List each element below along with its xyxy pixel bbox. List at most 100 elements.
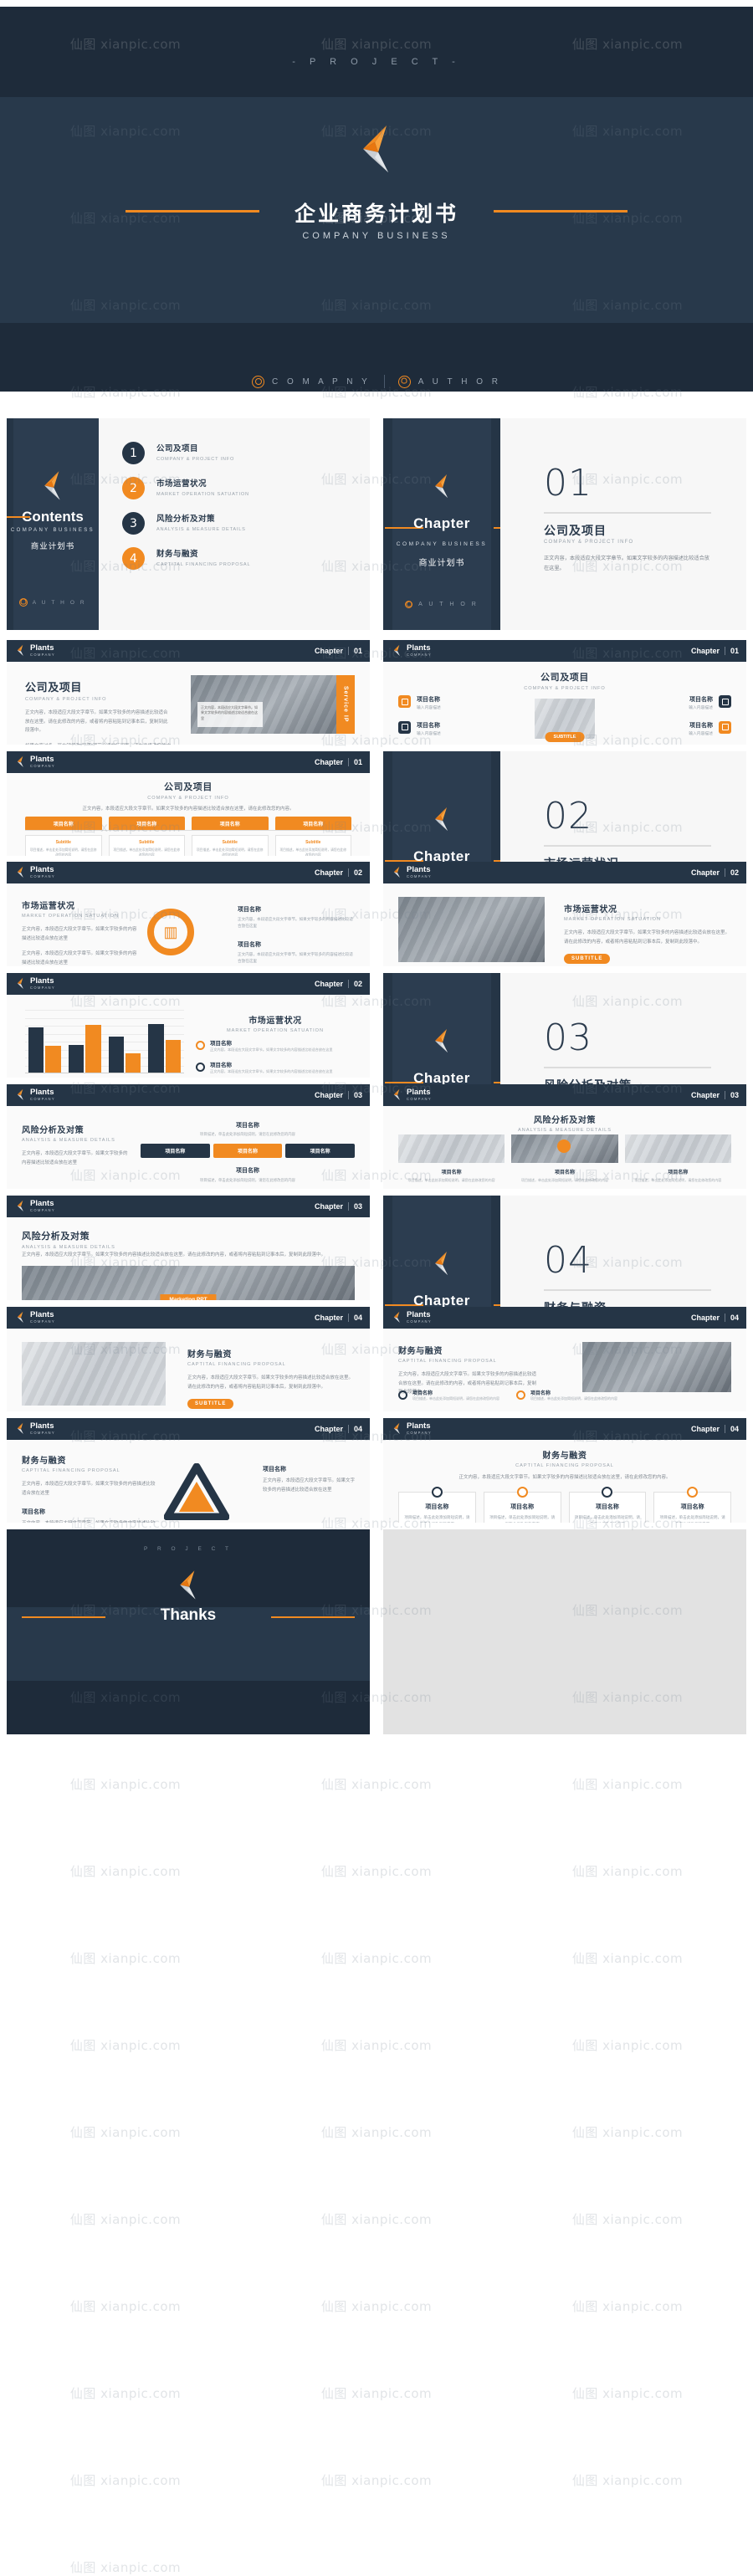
brand-name: Plants: [407, 1310, 431, 1320]
brand-name: Plants: [407, 1088, 431, 1098]
header-chapter: Chapter 04: [691, 1314, 739, 1322]
subtitle-pill[interactable]: SUBTITLE: [187, 1399, 234, 1410]
brand-name: Plants: [407, 1421, 431, 1431]
item-desc: 正文内容，本段适应大段文字章节。如果文字较多的内容描述比较适合放在这里: [22, 1519, 156, 1523]
content-slide-4c: Plants COMPANY Chapter 04 财务与融资 CAPTITAL…: [7, 1418, 370, 1523]
pipeline-tag[interactable]: 项目名称: [108, 817, 185, 831]
brand-sub: COMPANY: [407, 653, 432, 658]
content-pane: 市场运营状况 MARKET OPERATION SATUATION 正文内容，本…: [7, 883, 370, 966]
photo-card[interactable]: 项目名称 项目描述，单击此处添加简短说明，请您在此修改您的内容: [624, 1134, 731, 1184]
chapter-en: COMPANY BUSINESS: [396, 540, 488, 547]
list-item[interactable]: 项目名称 输入内容描述: [689, 695, 731, 712]
list-item[interactable]: 3 风险分析及对策 ANALYSIS & MEASURE DETAILS: [122, 512, 358, 535]
watermark-text: 仙图 xianpic.com: [320, 1863, 433, 1879]
slide-header: Plants COMPANY Chapter 02: [7, 862, 370, 886]
toc-item-title: 财务与融资: [156, 549, 199, 559]
item-title: 项目名称: [530, 1391, 551, 1396]
pipeline-card[interactable]: Subtitle 项目描述，单击此处添加简短说明，请您在此修改您的内容: [108, 835, 185, 856]
origami-arrow-logo: [17, 756, 23, 768]
content-pane: 财务与融资 CAPTITAL FINANCING PROPOSAL 正文内容，本…: [7, 1440, 370, 1523]
info-card[interactable]: 项目名称 项目描述，单击此处添加简短说明，请您在此修改您的内容: [653, 1487, 731, 1523]
origami-arrow-logo: [17, 645, 23, 657]
list-item[interactable]: 项目名称 正文内容，本段适应大段文字章节。如果文字较多的内容描述比较适合放在这里: [238, 905, 355, 930]
header-chapter: Chapter 03: [691, 1091, 739, 1099]
image-caption: 正文内容，本段适应大段文字章节。如果文字较多的内容描述比较适合放在这里: [201, 705, 258, 720]
item-desc: 输入内容描述: [689, 706, 713, 710]
brand-sub: COMPANY: [30, 874, 55, 879]
slide-header: Plants COMPANY Chapter 01: [7, 751, 370, 776]
list-item[interactable]: 2 市场运营状况 MARKET OPERATION SATUATION: [122, 477, 358, 499]
brand-name: Plants: [30, 976, 54, 986]
pipeline-column[interactable]: 项目名称: [274, 817, 351, 831]
legend-item[interactable]: 项目名称 项目描述，单击此处添加简短说明，请您在此修改您的内容: [398, 1389, 499, 1401]
info-card[interactable]: 项目名称 项目描述，单击此处添加简短说明，请您在此修改您的内容: [483, 1487, 561, 1523]
pipeline-card[interactable]: Subtitle 项目描述，单击此处添加简短说明，请您在此修改您的内容: [192, 835, 269, 856]
toggle-tag[interactable]: 项目名称: [213, 1144, 283, 1158]
content-title: 市场运营状况: [22, 902, 75, 911]
card-title: 项目名称: [441, 1170, 462, 1175]
bar-chart: [25, 1010, 184, 1073]
header-chapter-number: 01: [730, 647, 739, 655]
content-title: 市场运营状况: [564, 905, 617, 914]
box-icon: [719, 695, 731, 708]
pipeline-tag[interactable]: 项目名称: [25, 817, 102, 831]
header-chapter-number: 02: [353, 980, 362, 988]
origami-arrow-logo: [393, 1089, 400, 1101]
list-item[interactable]: 项目名称 输入内容描述: [398, 720, 441, 738]
subtitle-pill[interactable]: SUBTITLE: [545, 732, 585, 742]
header-chapter-number: 04: [353, 1425, 362, 1433]
legend-item[interactable]: 项目名称 项目描述，单击此处添加简短说明，请您在此修改您的内容: [516, 1389, 617, 1401]
list-item[interactable]: 4 财务与融资 CAPTITAL FINANCING PROPOSAL: [122, 547, 358, 570]
pipeline-card[interactable]: Subtitle 项目描述，单击此处添加简短说明，请您在此修改您的内容: [274, 835, 351, 856]
section-title: 公司及项目: [544, 524, 607, 537]
pipeline-column[interactable]: 项目名称: [192, 817, 269, 831]
info-card[interactable]: 项目名称 项目描述，单击此处添加简短说明，请您在此修改您的内容: [398, 1487, 476, 1523]
list-item[interactable]: 项目名称 输入内容描述: [398, 695, 441, 712]
legend-desc: 正文内容，本段适应大段文字章节。如果文字较多的内容描述比较适合放在这里: [210, 1069, 333, 1074]
header-chapter-label: Chapter: [314, 980, 343, 988]
watermark-text: 仙图 xianpic.com: [571, 2385, 684, 2401]
pipeline-column[interactable]: 项目名称: [25, 817, 102, 831]
header-divider: [347, 647, 349, 655]
header-chapter: Chapter 01: [315, 758, 362, 766]
service-ribbon: Service IP: [336, 675, 355, 734]
pipeline-card[interactable]: Subtitle 项目描述，单击此处添加简短说明，请您在此修改您的内容: [25, 835, 102, 856]
brand-sub: COMPANY: [30, 1319, 55, 1324]
origami-arrow-logo: [172, 1570, 205, 1601]
pipeline-tag[interactable]: 项目名称: [192, 817, 269, 831]
item-desc: 输入内容描述: [417, 706, 441, 710]
header-chapter-label: Chapter: [314, 1202, 343, 1211]
card-desc: 项目描述，单击此处添加简短说明，请您在此修改您的内容: [659, 1515, 725, 1523]
header-chapter: Chapter 01: [315, 647, 362, 655]
brand-sub: COMPANY: [407, 1319, 432, 1324]
header-divider: [347, 758, 349, 766]
header-chapter-label: Chapter: [690, 1425, 720, 1433]
content-subtitle: CAPTITAL FINANCING PROPOSAL: [398, 1359, 497, 1364]
watermark-text: 仙图 xianpic.com: [69, 2037, 182, 2053]
toggle-tag[interactable]: 项目名称: [285, 1144, 356, 1158]
cover-author-label: A U T H O R: [417, 376, 501, 387]
chart-ring: ▥: [147, 909, 194, 955]
toggle-tag[interactable]: 项目名称: [141, 1144, 210, 1158]
photo-card[interactable]: 项目名称 项目描述，单击此处添加简短说明，请您在此修改您的内容: [398, 1134, 505, 1184]
content-body: 正文内容，本段适应大段文字章节。如果文字较多的内容描述比较适合放在这里: [22, 1482, 156, 1496]
subtitle-pill[interactable]: SUBTITLE: [564, 954, 611, 965]
item-desc: 正文内容，本段适应大段文字章节。如果文字较多的内容描述比较适合放在这里: [238, 951, 353, 963]
info-card[interactable]: 项目名称 项目描述，单击此处添加简短说明，请您在此修改您的内容: [568, 1487, 647, 1523]
cover-meta-divider: [383, 375, 385, 388]
header-chapter-number: 03: [353, 1091, 362, 1099]
blank-slide: [383, 1529, 746, 1734]
list-item[interactable]: 项目名称 正文内容，本段适应大段文字章节。如果文字较多的内容描述比较适合放在这里: [238, 940, 355, 965]
pipeline-column[interactable]: 项目名称: [108, 817, 185, 831]
list-item[interactable]: 项目名称 输入内容描述: [689, 720, 731, 738]
pipeline-tag[interactable]: 项目名称: [274, 817, 351, 831]
item-title: 项目名称: [412, 1391, 433, 1396]
watermark-text: 仙图 xianpic.com: [69, 2472, 182, 2488]
origami-arrow-logo: [393, 1312, 400, 1324]
chart-title: 市场运营状况: [248, 1017, 302, 1026]
content-pane: 风险分析及对策 ANALYSIS & MEASURE DETAILS 正文内容，…: [7, 1217, 370, 1300]
globe-icon: [252, 375, 264, 388]
chapter-divider-01: Chapter COMPANY BUSINESS 商业计划书 A U T H O…: [383, 418, 746, 630]
header-chapter-label: Chapter: [314, 868, 343, 877]
list-item[interactable]: 1 公司及项目 COMPANY & PROJECT INFO: [122, 442, 358, 464]
